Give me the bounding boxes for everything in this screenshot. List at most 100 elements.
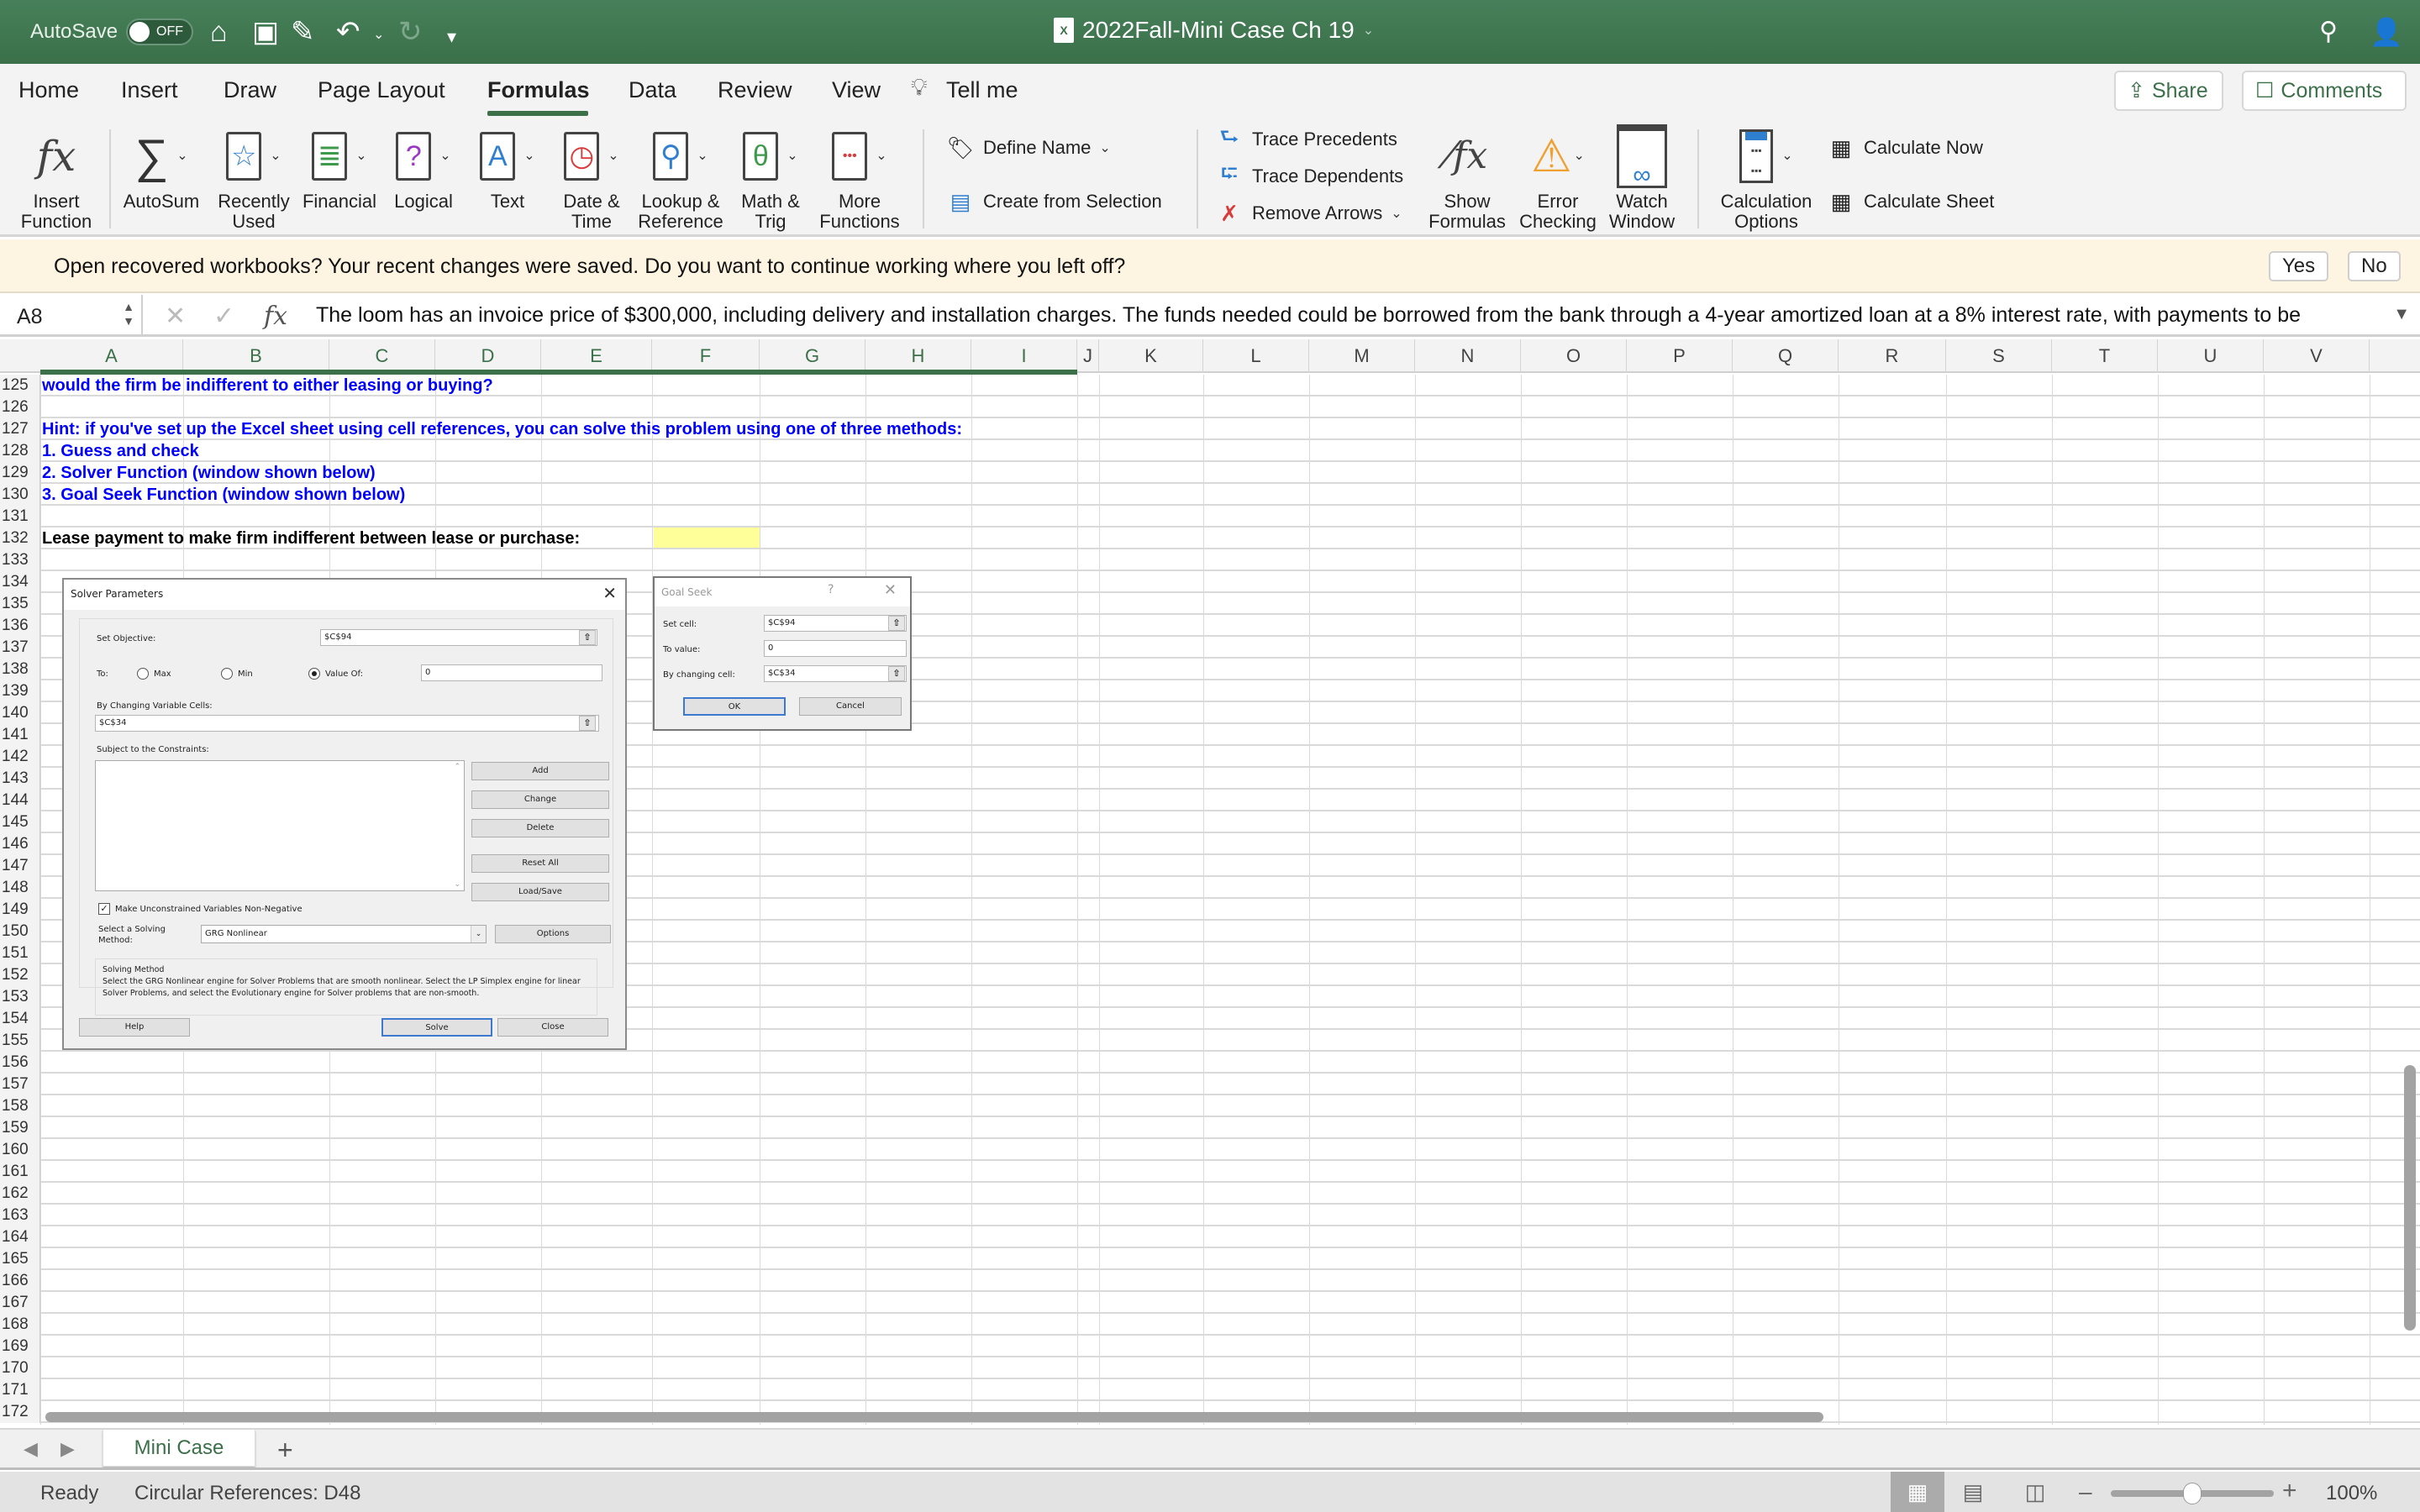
zoom-level[interactable]: 100% xyxy=(2326,1482,2377,1505)
help-button[interactable]: Help xyxy=(79,1018,190,1037)
function-library-button[interactable]: ≣ ⌄ Financial xyxy=(297,121,381,212)
previous-sheet-icon[interactable]: ◀ xyxy=(24,1438,38,1460)
row-header[interactable]: 148 xyxy=(0,877,40,899)
close-icon[interactable]: ✕ xyxy=(602,583,617,603)
cell-text[interactable]: would the firm be indifferent to either … xyxy=(42,375,493,396)
page-break-preview-icon[interactable]: ◫ xyxy=(2012,1472,2059,1512)
yes-button[interactable]: Yes xyxy=(2269,251,2329,281)
row-header[interactable]: 158 xyxy=(0,1095,40,1117)
page-layout-view-icon[interactable]: ▤ xyxy=(1949,1472,1996,1512)
column-header[interactable]: P xyxy=(1627,339,1733,373)
autosave-toggle[interactable]: OFF xyxy=(126,18,193,45)
sheet-tab-mini-case[interactable]: Mini Case xyxy=(103,1430,255,1467)
column-header[interactable]: I xyxy=(971,339,1077,373)
value-of-input[interactable]: 0 xyxy=(421,664,602,681)
row-header[interactable]: 159 xyxy=(0,1117,40,1139)
changing-cell-input[interactable]: $C$34 xyxy=(764,665,907,682)
row-header[interactable]: 142 xyxy=(0,746,40,768)
function-library-button[interactable]: A ⌄ Text xyxy=(466,121,550,212)
row-header[interactable]: 137 xyxy=(0,637,40,659)
function-library-button[interactable]: ••• ⌄ More Functions xyxy=(813,121,906,232)
zoom-out-icon[interactable]: – xyxy=(2079,1478,2092,1505)
column-header[interactable]: K xyxy=(1099,339,1203,373)
column-header[interactable]: C xyxy=(329,339,435,373)
no-button[interactable]: No xyxy=(2348,251,2401,281)
row-header[interactable]: 134 xyxy=(0,571,40,593)
cell-text[interactable]: 3. Goal Seek Function (window shown belo… xyxy=(42,485,405,505)
define-name-button[interactable]: 🏷︎ Define Name ⌄ xyxy=(946,133,1110,163)
function-library-button[interactable]: ∑ ⌄ AutoSum xyxy=(118,121,205,212)
cell-text[interactable]: 2. Solver Function (window shown below) xyxy=(42,463,376,483)
row-header[interactable]: 141 xyxy=(0,724,40,746)
column-header[interactable]: N xyxy=(1415,339,1521,373)
tab-review[interactable]: Review xyxy=(718,77,792,103)
next-sheet-icon[interactable]: ▶ xyxy=(60,1438,75,1460)
account-share-icon[interactable]: 👤 xyxy=(2370,15,2403,49)
row-header[interactable]: 170 xyxy=(0,1357,40,1379)
calculation-options-button[interactable]: ▪▪▪ ▪▪▪ ⌄ Calculation Options xyxy=(1714,121,1818,232)
zoom-slider-handle[interactable] xyxy=(2183,1483,2202,1504)
function-library-button[interactable]: ◷ ⌄ Date & Time xyxy=(550,121,634,232)
trace-dependents-button[interactable]: ⮓ Trace Dependents xyxy=(1215,160,1403,192)
row-header[interactable]: 154 xyxy=(0,1008,40,1030)
insert-function-button[interactable]: fx Insert Function xyxy=(8,121,104,232)
function-library-button[interactable]: ? ⌄ Logical xyxy=(381,121,466,212)
row-header[interactable]: 138 xyxy=(0,659,40,680)
column-header[interactable]: H xyxy=(865,339,971,373)
scroll-down-icon[interactable]: ⌄ xyxy=(454,880,460,889)
customize-toolbar-icon[interactable]: ▾ xyxy=(447,20,456,54)
ok-button[interactable]: OK xyxy=(683,697,786,716)
function-library-button[interactable]: ⚲ ⌄ Lookup & Reference xyxy=(634,121,728,232)
save-icon[interactable]: ▣ xyxy=(252,15,279,49)
constraint-load-save-button[interactable]: Load/Save xyxy=(471,883,609,901)
column-header[interactable]: O xyxy=(1521,339,1627,373)
add-sheet-button[interactable]: + xyxy=(277,1435,293,1466)
remove-arrows-button[interactable]: ✗ Remove Arrows ⌄ xyxy=(1215,198,1402,228)
min-radio[interactable] xyxy=(221,668,233,680)
column-header[interactable]: T xyxy=(2052,339,2158,373)
normal-view-icon[interactable]: ▦ xyxy=(1891,1472,1944,1512)
expand-formula-bar-icon[interactable]: ▼ xyxy=(2393,305,2410,324)
set-cell-input[interactable]: $C$94 xyxy=(764,615,907,632)
value-of-radio[interactable] xyxy=(308,668,320,680)
cell-text[interactable]: Lease payment to make firm indifferent b… xyxy=(42,528,580,549)
cell-text[interactable]: 1. Guess and check xyxy=(42,441,199,461)
constraint-change-button[interactable]: Change xyxy=(471,790,609,809)
row-header[interactable]: 152 xyxy=(0,964,40,986)
solving-method-select[interactable]: GRG Nonlinear ⌄ xyxy=(201,925,487,943)
circular-references-status[interactable]: Circular References: D48 xyxy=(134,1482,360,1505)
row-header[interactable]: 127 xyxy=(0,418,40,440)
tab-formulas[interactable]: Formulas xyxy=(487,77,590,103)
row-header[interactable]: 130 xyxy=(0,484,40,506)
row-header[interactable]: 132 xyxy=(0,528,40,549)
constraint-reset-all-button[interactable]: Reset All xyxy=(471,854,609,873)
tab-draw[interactable]: Draw xyxy=(224,77,276,103)
column-header[interactable]: U xyxy=(2158,339,2264,373)
tab-view[interactable]: View xyxy=(832,77,881,103)
watch-window-button[interactable]: ∞ Watch Window xyxy=(1602,121,1682,232)
collapse-dialog-icon[interactable]: ⇧ xyxy=(579,630,596,645)
column-header[interactable]: B xyxy=(183,339,329,373)
column-header[interactable]: M xyxy=(1309,339,1415,373)
function-library-button[interactable]: θ ⌄ Math & Trig xyxy=(728,121,813,232)
insert-function-icon[interactable]: fx xyxy=(264,302,287,331)
vertical-scrollbar[interactable] xyxy=(2404,1065,2416,1331)
calculate-sheet-button[interactable]: ▦ Calculate Sheet xyxy=(1827,186,1995,217)
row-header[interactable]: 143 xyxy=(0,768,40,790)
redo-icon[interactable]: ↻ xyxy=(398,15,423,49)
name-box[interactable]: A8 ▲ ▼ xyxy=(0,295,143,335)
row-header[interactable]: 156 xyxy=(0,1052,40,1074)
row-header[interactable]: 172 xyxy=(0,1401,40,1423)
row-header[interactable]: 139 xyxy=(0,680,40,702)
cell-text[interactable]: Hint: if you've set up the Excel sheet u… xyxy=(42,419,962,439)
home-icon[interactable]: ⌂ xyxy=(210,15,228,49)
undo-icon[interactable]: ↶ xyxy=(336,15,360,49)
function-library-button[interactable]: ☆ ⌄ Recently Used xyxy=(210,121,297,232)
share-button[interactable]: ⇪ Share xyxy=(2114,71,2223,111)
max-radio[interactable] xyxy=(137,668,149,680)
constraints-list[interactable]: ⌃ ⌄ xyxy=(95,760,465,891)
zoom-slider[interactable] xyxy=(2111,1483,2274,1504)
show-formulas-button[interactable]: ⁄fx Show Formulas xyxy=(1425,121,1509,232)
collapse-dialog-icon[interactable]: ⇧ xyxy=(579,716,596,731)
tab-data[interactable]: Data xyxy=(629,77,676,103)
